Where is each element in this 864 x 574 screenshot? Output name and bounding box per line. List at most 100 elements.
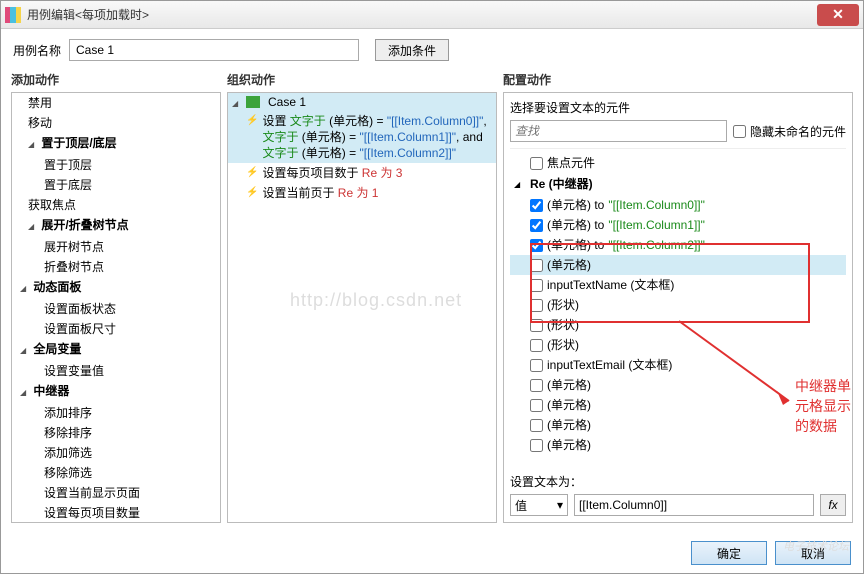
action-setperpage[interactable]: 设置每页项目数量 bbox=[44, 506, 140, 520]
action-set-text-row[interactable]: ⚡ 设置 文字于 (单元格) = "[[Item.Column0]]", 文字于… bbox=[228, 111, 496, 163]
chk-inputemail[interactable] bbox=[530, 359, 543, 372]
caret-icon[interactable] bbox=[28, 134, 38, 154]
action-setvar[interactable]: 设置变量值 bbox=[44, 364, 104, 378]
focus-item[interactable]: 焦点元件 bbox=[547, 154, 595, 172]
action-removesort[interactable]: 移除排序 bbox=[44, 426, 92, 440]
action-current-page-row[interactable]: ⚡ 设置当前页于 Re 为 1 bbox=[228, 183, 496, 203]
chk-cell2[interactable] bbox=[530, 239, 543, 252]
chk-cell4[interactable] bbox=[530, 379, 543, 392]
shape-item[interactable]: (形状) bbox=[547, 316, 579, 334]
cell-item[interactable]: (单元格) bbox=[547, 256, 591, 274]
hide-unnamed-checkbox[interactable] bbox=[733, 125, 746, 138]
t: "[[Item.Column1]]" bbox=[608, 216, 705, 234]
bolt-icon: ⚡ bbox=[246, 185, 258, 201]
action-setcurpage[interactable]: 设置当前显示页面 bbox=[44, 486, 140, 500]
t: "[[Item.Column0]]" bbox=[387, 114, 484, 128]
chk-cell3[interactable] bbox=[530, 259, 543, 272]
set-text-as-label: 设置文本为： bbox=[510, 473, 846, 490]
caret-icon[interactable] bbox=[20, 340, 30, 360]
action-collapse[interactable]: 折叠树节点 bbox=[44, 260, 104, 274]
window-title: 用例编辑<每项加载时> bbox=[27, 6, 817, 23]
action-expand[interactable]: 展开树节点 bbox=[44, 240, 104, 254]
t: (单元格) = bbox=[298, 146, 359, 160]
t: "[[Item.Column1]]" bbox=[359, 130, 456, 144]
t: (单元格) to bbox=[547, 216, 604, 234]
cell-item[interactable]: (单元格) bbox=[547, 396, 591, 414]
group-globalvar[interactable]: 全局变量 bbox=[33, 342, 81, 356]
chk-inputname[interactable] bbox=[530, 279, 543, 292]
titlebar: 用例编辑<每项加载时> ✕ bbox=[1, 1, 863, 29]
left-column-header: 添加动作 bbox=[11, 71, 221, 88]
caret-icon[interactable] bbox=[20, 382, 30, 402]
action-items-per-page-row[interactable]: ⚡ 设置每页项目数于 Re 为 3 bbox=[228, 163, 496, 183]
action-move[interactable]: 移动 bbox=[28, 116, 52, 130]
caret-icon[interactable] bbox=[28, 216, 38, 236]
t: "[[Item.Column2]]" bbox=[608, 236, 705, 254]
cell-item[interactable]: (单元格) bbox=[547, 436, 591, 454]
t: 文字于 bbox=[290, 114, 326, 128]
t: , bbox=[483, 114, 486, 128]
action-panelstate[interactable]: 设置面板状态 bbox=[44, 302, 116, 316]
t: "[[Item.Column0]]" bbox=[608, 196, 705, 214]
caret-icon[interactable] bbox=[514, 174, 526, 194]
chk-cell1[interactable] bbox=[530, 219, 543, 232]
action-bottom[interactable]: 置于底层 bbox=[44, 178, 92, 192]
hide-unnamed-label: 隐藏未命名的元件 bbox=[750, 123, 846, 140]
case-node[interactable]: Case 1 bbox=[228, 93, 496, 111]
case-title: Case 1 bbox=[268, 95, 306, 109]
inputname-item[interactable]: inputTextName (文本框) bbox=[547, 276, 674, 294]
select-widget-label: 选择要设置文本的元件 bbox=[510, 99, 846, 116]
close-button[interactable]: ✕ bbox=[817, 4, 859, 26]
ok-button[interactable]: 确定 bbox=[691, 541, 767, 565]
caret-icon[interactable] bbox=[20, 278, 30, 298]
t: Re 为 1 bbox=[338, 186, 379, 200]
action-disable[interactable]: 禁用 bbox=[28, 96, 52, 110]
t: (单元格) = bbox=[298, 130, 359, 144]
t: 设置每页项目数于 bbox=[262, 166, 361, 180]
inputemail-item[interactable]: inputTextEmail (文本框) bbox=[547, 356, 672, 374]
organize-action-panel[interactable]: Case 1 ⚡ 设置 文字于 (单元格) = "[[Item.Column0]… bbox=[227, 92, 497, 523]
bolt-icon: ⚡ bbox=[246, 113, 258, 129]
add-condition-button[interactable]: 添加条件 bbox=[375, 39, 449, 61]
t: (单元格) = bbox=[326, 114, 387, 128]
group-dynpanel[interactable]: 动态面板 bbox=[33, 280, 81, 294]
action-removefilter[interactable]: 移除筛选 bbox=[44, 466, 92, 480]
add-action-panel[interactable]: 禁用 移动 置于顶层/底层 置于顶层 置于底层 获取焦点 展开/折叠树节点 展开… bbox=[11, 92, 221, 523]
chk-focus[interactable] bbox=[530, 157, 543, 170]
t: 文字于 bbox=[262, 130, 298, 144]
widget-search-input[interactable] bbox=[510, 120, 727, 142]
cell-item[interactable]: (单元格) bbox=[547, 376, 591, 394]
chevron-down-icon: ▾ bbox=[557, 498, 563, 512]
chk-cell6[interactable] bbox=[530, 419, 543, 432]
shape-item[interactable]: (形状) bbox=[547, 296, 579, 314]
t: , and bbox=[456, 130, 483, 144]
caret-icon[interactable] bbox=[232, 95, 242, 109]
value-type-select[interactable]: 值▾ bbox=[510, 494, 568, 516]
widget-tree[interactable]: 焦点元件 Re (中继器) (单元格) to "[[Item.Column0]]… bbox=[510, 148, 846, 467]
t: 值 bbox=[515, 497, 527, 514]
cell-item[interactable]: (单元格) bbox=[547, 416, 591, 434]
shape-item[interactable]: (形状) bbox=[547, 336, 579, 354]
action-focus[interactable]: 获取焦点 bbox=[28, 198, 76, 212]
value-input[interactable] bbox=[574, 494, 814, 516]
fx-button[interactable]: fx bbox=[820, 494, 846, 516]
t: 文字于 bbox=[262, 146, 298, 160]
t: "[[Item.Column2]]" bbox=[359, 146, 456, 160]
group-repeater[interactable]: 中继器 bbox=[33, 384, 69, 398]
chk-shape1[interactable] bbox=[530, 299, 543, 312]
action-addfilter[interactable]: 添加筛选 bbox=[44, 446, 92, 460]
chk-shape3[interactable] bbox=[530, 339, 543, 352]
repeater-item[interactable]: Re (中继器) bbox=[530, 175, 593, 193]
action-addsort[interactable]: 添加排序 bbox=[44, 406, 92, 420]
case-name-input[interactable] bbox=[69, 39, 359, 61]
action-panelsize[interactable]: 设置面板尺寸 bbox=[44, 322, 116, 336]
chk-cell7[interactable] bbox=[530, 439, 543, 452]
chk-cell5[interactable] bbox=[530, 399, 543, 412]
cancel-button[interactable]: 取消 bbox=[775, 541, 851, 565]
group-layer[interactable]: 置于顶层/底层 bbox=[41, 136, 116, 150]
action-top[interactable]: 置于顶层 bbox=[44, 158, 92, 172]
t: (单元格) to bbox=[547, 236, 604, 254]
chk-shape2[interactable] bbox=[530, 319, 543, 332]
chk-cell0[interactable] bbox=[530, 199, 543, 212]
group-treenode[interactable]: 展开/折叠树节点 bbox=[41, 218, 128, 232]
